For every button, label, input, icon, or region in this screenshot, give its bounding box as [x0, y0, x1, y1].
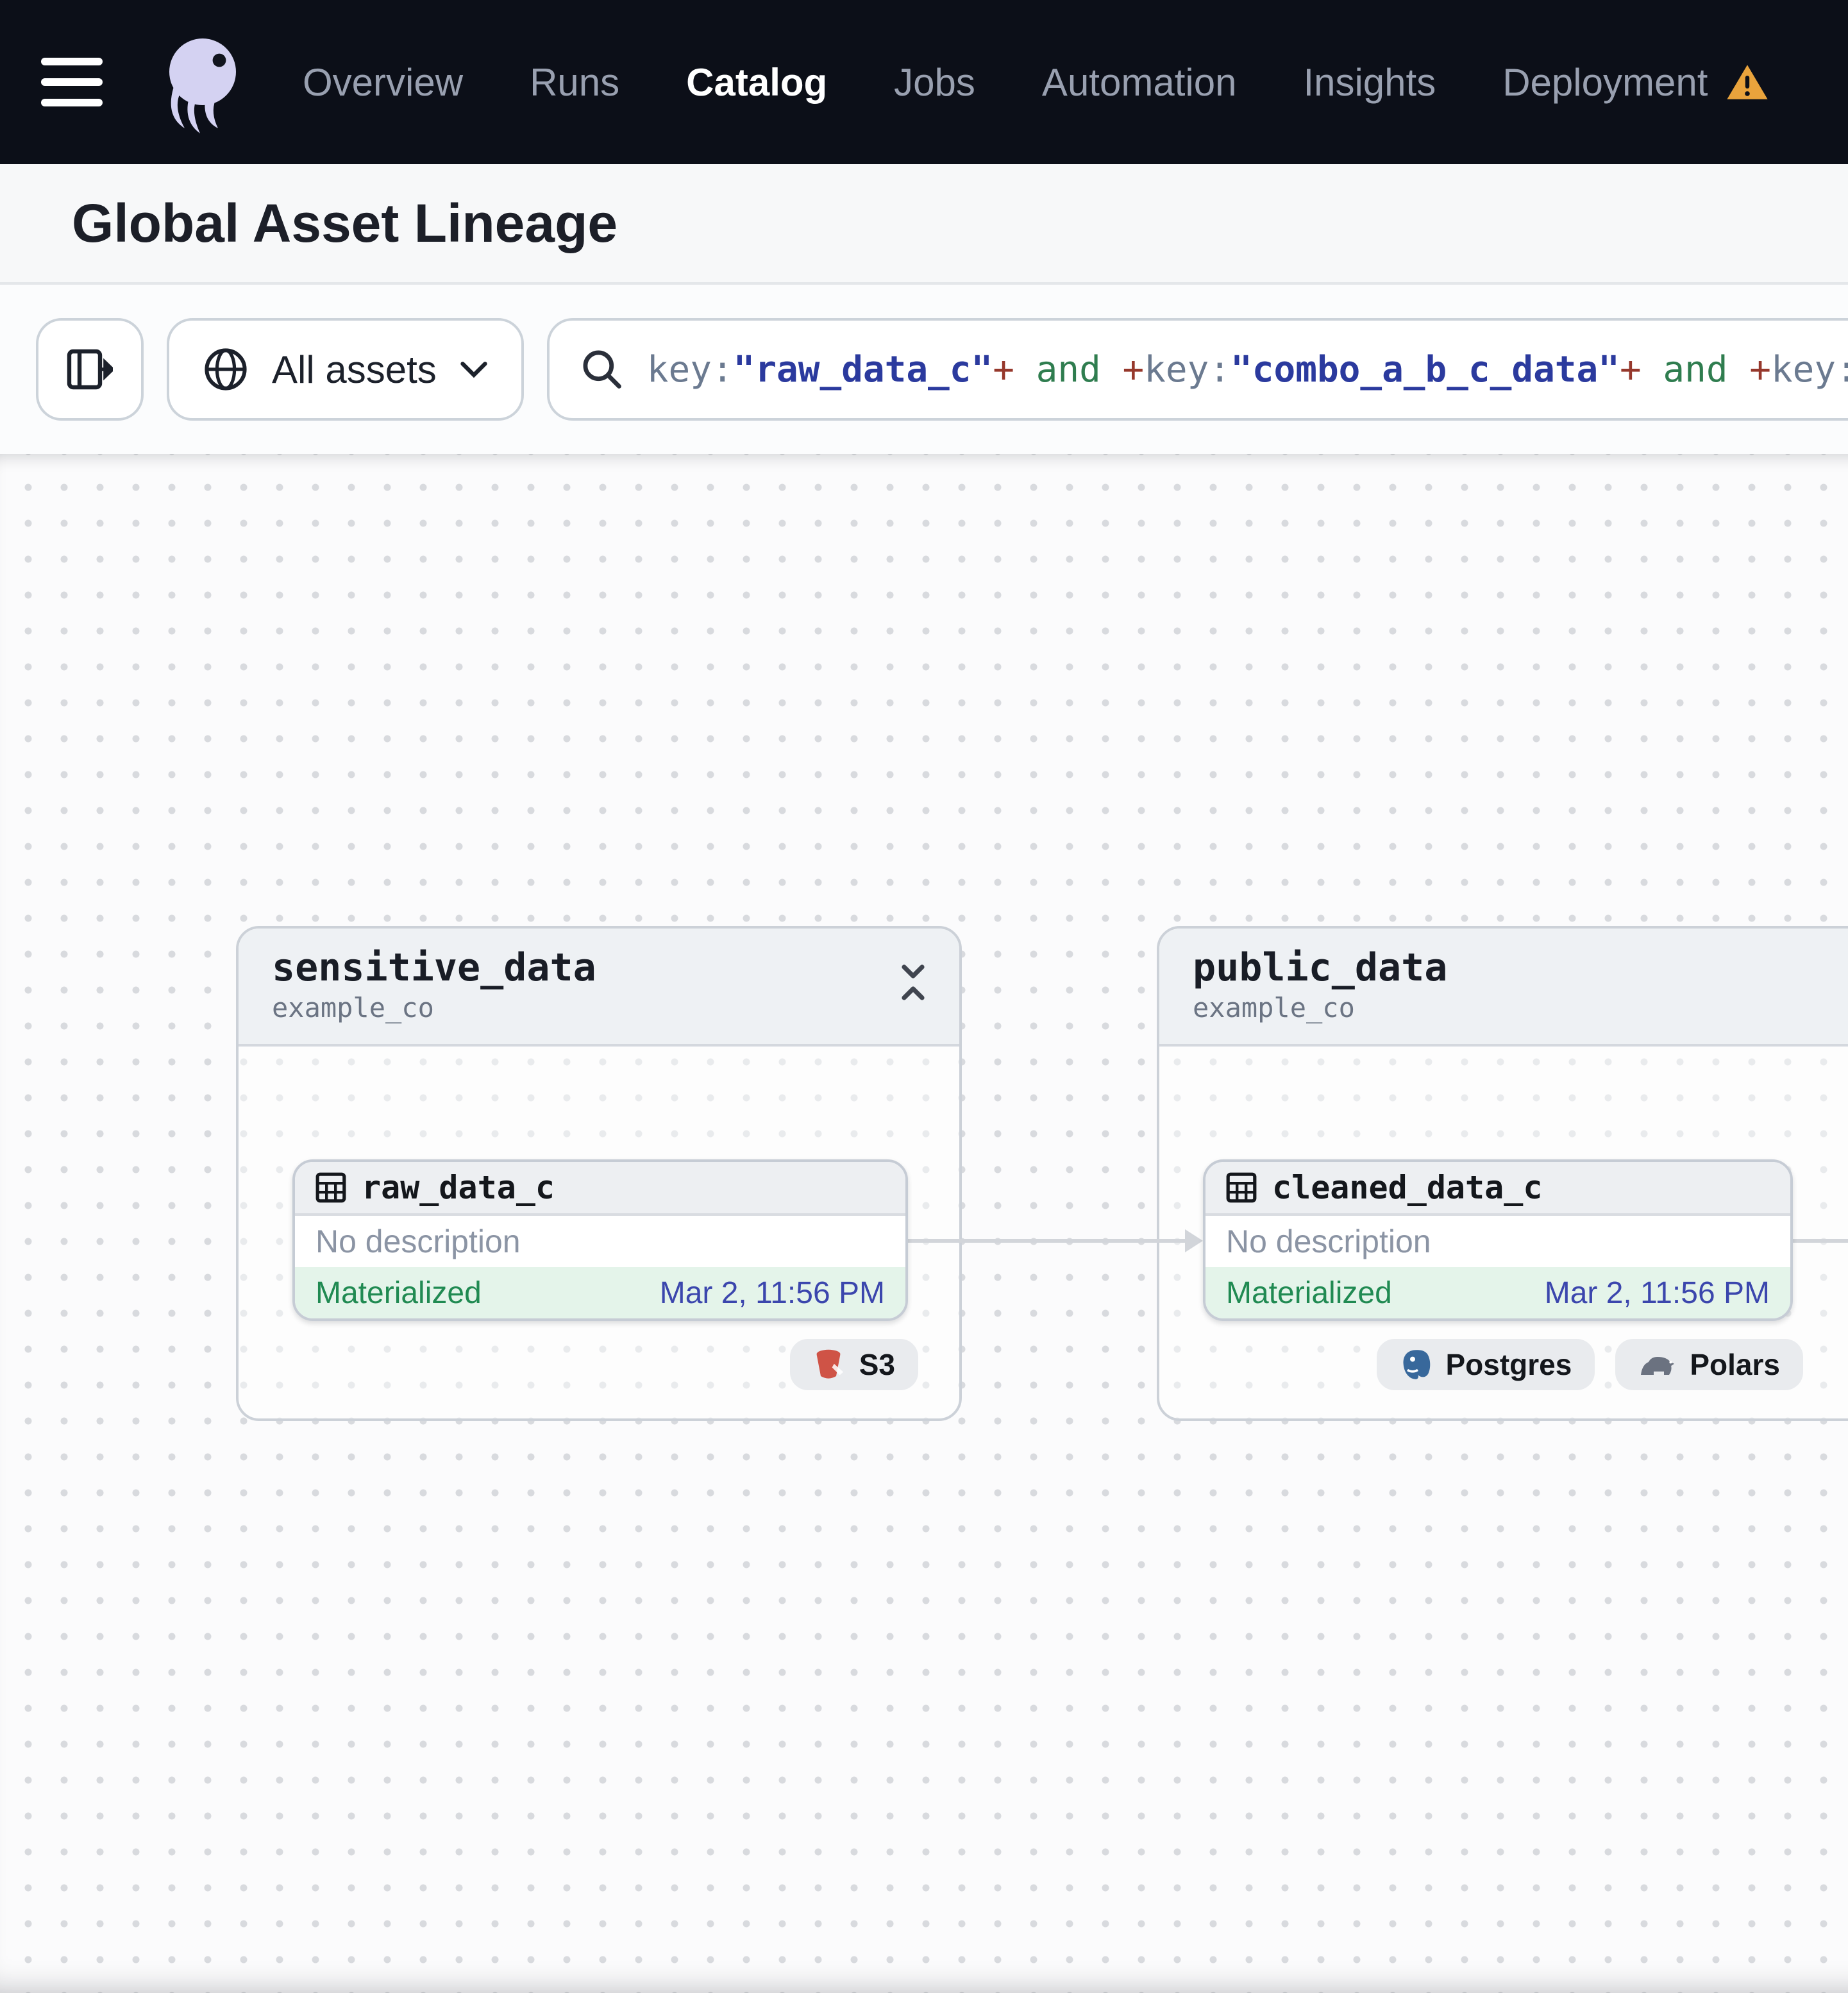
nav-item-label: Insights [1303, 60, 1436, 104]
collapse-group-icon [902, 964, 925, 1000]
asset-search-input[interactable]: key: "raw_data_c" + and + key: "combo_a_b_c_… [546, 318, 1848, 421]
asset-status-row: Materialized Mar 2, 11:56 PM [295, 1267, 905, 1318]
group-header[interactable]: sensitive_data example_co [239, 929, 959, 1047]
lineage-edge-arrowhead [1185, 1229, 1203, 1252]
asset-filter-label: All assets [272, 348, 437, 391]
globe-icon [205, 348, 247, 391]
nav-item-deployment[interactable]: Deployment [1502, 60, 1769, 105]
query-token-value: "raw_data_c" [733, 348, 993, 391]
nav-item-automation[interactable]: Automation [1042, 60, 1237, 105]
dagster-logo[interactable] [149, 28, 256, 136]
nav-item-label: Deployment [1502, 60, 1708, 104]
nav-item-jobs[interactable]: Jobs [894, 60, 975, 105]
asset-name: cleaned_data_c [1272, 1169, 1543, 1206]
nav-item-label: Jobs [894, 60, 975, 104]
lineage-edge [1793, 1239, 1848, 1243]
postgres-icon [1403, 1350, 1430, 1379]
nav-item-label: Runs [530, 60, 620, 104]
asset-selection-query: key: "raw_data_c" + and + key: "combo_a_b_c_… [647, 344, 1848, 395]
asset-node-header: cleaned_data_c [1205, 1162, 1790, 1216]
query-token-attr: key: [646, 348, 734, 391]
nav-item-label: Automation [1041, 60, 1237, 104]
page-header: Global Asset Lineage Reload definitions [0, 164, 1848, 285]
asset-materialization-time: Mar 2, 11:56 PM [659, 1275, 885, 1310]
asset-description: No description [1205, 1216, 1790, 1267]
group-header[interactable]: public_data example_co [1159, 929, 1848, 1047]
table-icon [1226, 1172, 1257, 1203]
nav-item-insights[interactable]: Insights [1303, 60, 1436, 105]
group-title: sensitive_data [272, 945, 596, 990]
nav-item-label: Catalog [686, 60, 828, 104]
asset-status-label: Materialized [315, 1275, 482, 1310]
kind-badge-polars[interactable]: Polars [1615, 1339, 1803, 1390]
open-sidebar-button[interactable] [36, 318, 144, 421]
query-token-bool: and [1014, 348, 1123, 391]
query-token-op: + [1619, 348, 1642, 391]
top-navbar: Overview Runs Catalog Jobs Automation Insight… [0, 0, 1848, 164]
asset-materialization-time: Mar 2, 11:56 PM [1544, 1275, 1770, 1310]
lineage-graph-canvas[interactable]: sensitive_data example_co public_data examp… [0, 454, 1848, 1993]
lineage-edge [908, 1239, 1188, 1243]
query-token-op: + [1122, 348, 1145, 391]
group-title: public_data [1193, 945, 1448, 990]
kind-badge-label: S3 [859, 1348, 895, 1381]
group-location: example_co [1193, 992, 1355, 1023]
asset-name: raw_data_c [362, 1169, 555, 1206]
search-icon [583, 350, 621, 389]
query-token-bool: and [1641, 348, 1750, 391]
lineage-toolbar: All assets key: "raw_data_c" + and + key: "c… [0, 285, 1848, 454]
asset-status-row: Materialized Mar 2, 11:56 PM [1205, 1267, 1790, 1318]
asset-badge-row: Postgres Polars [1203, 1339, 1803, 1390]
query-token-op: + [993, 348, 1014, 391]
query-token-attr: key: [1770, 348, 1848, 391]
query-token-value: "combo_a_b_c_data" [1231, 348, 1620, 391]
query-token-op: + [1749, 348, 1771, 391]
asset-node-cleaned_data_c[interactable]: cleaned_data_c No description Materialized… [1203, 1159, 1793, 1321]
asset-badge-row: S3 [292, 1339, 918, 1390]
nav-item-runs[interactable]: Runs [530, 60, 619, 105]
group-location: example_co [272, 992, 434, 1023]
nav-item-label: Overview [303, 60, 464, 104]
hamburger-menu-icon[interactable] [41, 58, 103, 106]
page-title: Global Asset Lineage [72, 192, 618, 253]
chevron-down-icon [460, 362, 487, 378]
asset-node-header: raw_data_c [295, 1162, 905, 1216]
main-nav: Overview Runs Catalog Jobs Automation Insight… [303, 60, 1769, 105]
asset-status-label: Materialized [1226, 1275, 1392, 1310]
asset-description: No description [295, 1216, 905, 1267]
nav-item-overview[interactable]: Overview [303, 60, 463, 105]
asset-filter-dropdown[interactable]: All assets [167, 318, 524, 421]
nav-item-catalog[interactable]: Catalog [686, 60, 827, 105]
kind-badge-s3[interactable]: S3 [789, 1339, 918, 1390]
kind-badge-postgres[interactable]: Postgres [1376, 1339, 1595, 1390]
polars-icon [1641, 1357, 1675, 1375]
collapse-group-button[interactable] [898, 962, 928, 1013]
s3-icon [816, 1349, 843, 1379]
kind-badge-label: Postgres [1445, 1348, 1572, 1381]
asset-node-raw_data_c[interactable]: raw_data_c No description Materialized Mar … [292, 1159, 908, 1321]
kind-badge-label: Polars [1690, 1348, 1780, 1381]
query-token-attr: key: [1144, 348, 1231, 391]
deployment-warning-icon [1727, 65, 1768, 99]
table-icon [315, 1172, 346, 1203]
